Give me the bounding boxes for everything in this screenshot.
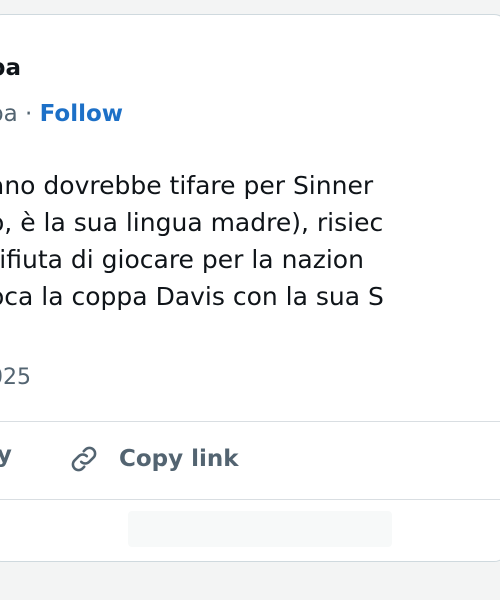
author-handle[interactable]: pa — [0, 101, 18, 127]
author-meta: pa · Follow — [0, 101, 123, 127]
meta-separator: · — [17, 101, 40, 127]
copy-link-button[interactable]: Copy link — [67, 442, 239, 476]
tweet-card: pa pa · Follow ano dovrebbe tifare per S… — [0, 14, 500, 562]
copy-link-label: Copy link — [119, 446, 239, 472]
actions-bottom-divider — [0, 499, 500, 500]
tweet-text-line: ano dovrebbe tifare per Sinner — [0, 171, 374, 200]
follow-button[interactable]: Follow — [40, 101, 123, 127]
loading-placeholder — [128, 511, 392, 547]
reply-button[interactable]: ly — [0, 442, 12, 468]
tweet-text-line: o, è la sua lingua madre), risiec — [0, 208, 384, 237]
reply-label: ly — [0, 442, 12, 468]
actions-top-divider — [0, 421, 500, 422]
author-name[interactable]: pa — [0, 55, 21, 81]
link-icon — [71, 446, 97, 472]
tweet-text: ano dovrebbe tifare per Sinner o, è la s… — [0, 167, 384, 315]
tweet-text-line: oca la coppa Davis con la sua S — [0, 282, 384, 311]
tweet-timestamp[interactable]: 025 — [0, 365, 31, 390]
tweet-text-line: rifiuta di giocare per la nazion — [0, 245, 364, 274]
